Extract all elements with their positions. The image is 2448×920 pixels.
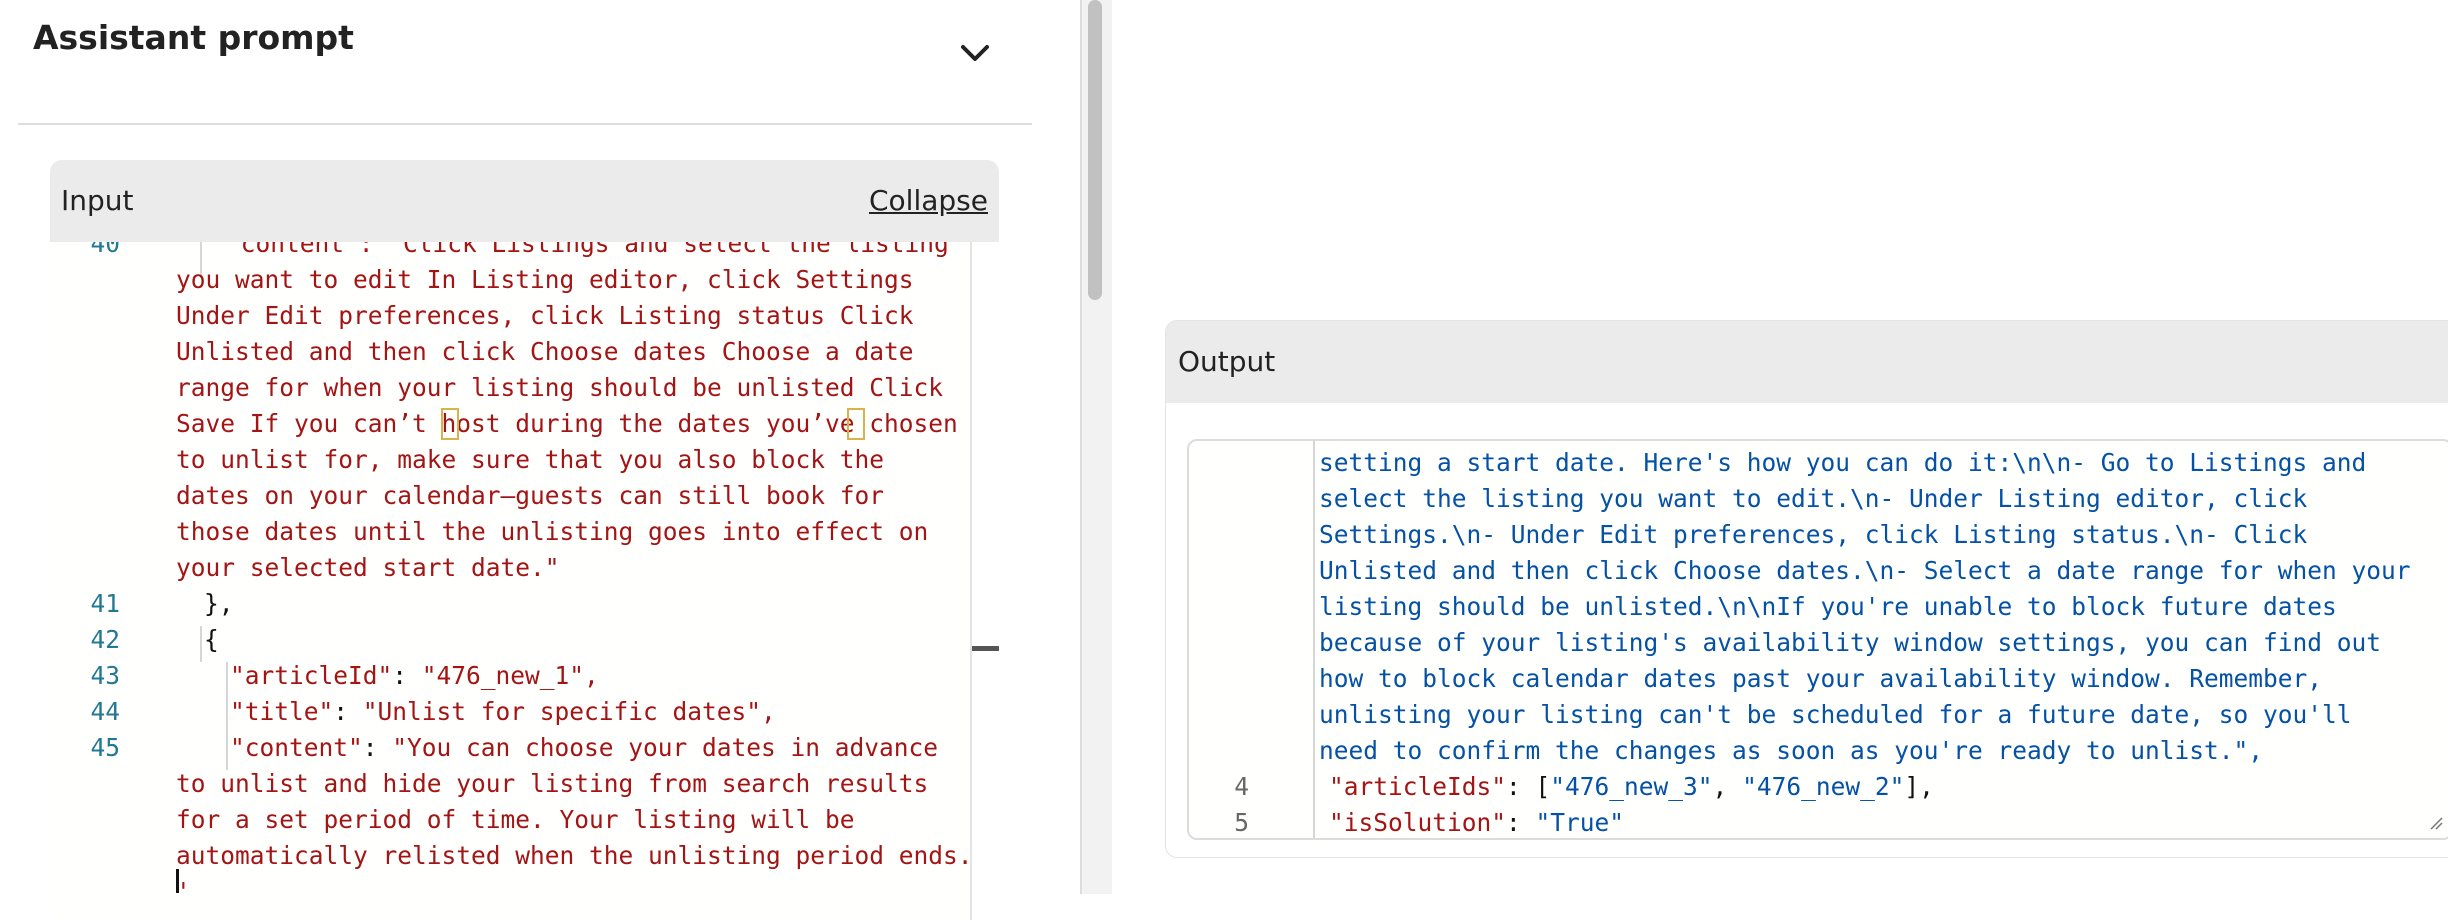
code-line-highlighted: Save If you can’t host during the dates … xyxy=(176,409,958,438)
code-line: automatically relisted when the unlistin… xyxy=(176,841,972,870)
code-line: range for when your listing should be un… xyxy=(176,373,944,402)
code-line: select the listing you want to edit.\n- … xyxy=(1319,484,2308,513)
json-value: "476_new_3" xyxy=(1550,772,1713,801)
code-line: Unlisted and then click Choose dates Cho… xyxy=(176,337,914,366)
code-line: }, xyxy=(204,589,234,618)
code-line: to unlist and hide your listing from sea… xyxy=(176,769,929,798)
code-line: how to block calendar dates past your av… xyxy=(1319,664,2323,693)
output-panel-header: Output xyxy=(1166,321,2448,403)
resize-grip-icon[interactable] xyxy=(2427,814,2443,830)
code-line: "articleId": "476_new_1", xyxy=(230,661,599,690)
code-line: "content": "You can choose your dates in… xyxy=(230,733,939,762)
code-line: need to confirm the changes as soon as y… xyxy=(1319,736,2264,765)
input-panel: Input Collapse 40 "content": "Click List… xyxy=(50,160,999,920)
code-line: setting a start date. Here's how you can… xyxy=(1319,448,2367,477)
line-number: 42 xyxy=(90,625,120,654)
code-line: "title": "Unlist for specific dates", xyxy=(230,697,776,726)
line-number: 40 xyxy=(90,242,120,258)
json-value: "You can choose your dates in advance xyxy=(392,733,939,762)
code-line: those dates until the unlisting goes int… xyxy=(176,517,929,546)
code-line: to unlist for, make sure that you also b… xyxy=(176,445,885,474)
json-key: "articleId" xyxy=(230,661,393,690)
editor-scroll-marker[interactable] xyxy=(972,646,999,651)
assistant-prompt-title: Assistant prompt xyxy=(33,18,354,57)
input-label: Input xyxy=(61,184,134,217)
code-line: "content": "Click Listings and select th… xyxy=(226,242,949,258)
code-line: for a set period of time. Your listing w… xyxy=(176,805,855,834)
code-line: Unlisted and then click Choose dates.\n-… xyxy=(1319,556,2411,585)
left-pane: Assistant prompt Input Collapse 40 "cont… xyxy=(0,0,1080,920)
json-value: "476_new_2" xyxy=(1742,772,1905,801)
input-panel-header: Input Collapse xyxy=(50,160,999,242)
text-cursor xyxy=(176,869,179,893)
line-number: 5 xyxy=(1234,808,1249,837)
code-line: dates on your calendar—guests can still … xyxy=(176,481,885,510)
json-key: "content" xyxy=(230,733,363,762)
code-line: unlisting your listing can't be schedule… xyxy=(1319,700,2352,729)
json-value: "True" xyxy=(1535,808,1625,837)
ambiguous-character-highlight xyxy=(847,408,865,440)
code-line: "isSolution": "True" xyxy=(1329,808,1625,837)
json-key: "title" xyxy=(230,697,334,726)
line-number: 43 xyxy=(90,661,120,690)
json-key: "articleIds" xyxy=(1329,772,1507,801)
code-line: you want to edit In Listing editor, clic… xyxy=(176,265,914,294)
output-panel: Output setting a start date. Here's how … xyxy=(1165,320,2448,858)
code-line: Settings.\n- Under Edit preferences, cli… xyxy=(1319,520,2308,549)
collapse-button[interactable]: Collapse xyxy=(869,183,988,219)
ambiguous-character-highlight xyxy=(441,408,459,440)
line-number: 4 xyxy=(1234,772,1249,801)
line-number: 41 xyxy=(90,589,120,618)
indent-guide xyxy=(200,626,202,662)
output-label: Output xyxy=(1178,345,1276,378)
line-number: 44 xyxy=(90,697,120,726)
json-key: "isSolution" xyxy=(1329,808,1507,837)
code-line: Under Edit preferences, click Listing st… xyxy=(176,301,914,330)
input-code-editor[interactable]: 40 "content": "Click Listings and select… xyxy=(50,242,972,920)
code-line: "articleIds": ["476_new_3", "476_new_2"]… xyxy=(1329,772,1934,801)
output-code-editor[interactable]: setting a start date. Here's how you can… xyxy=(1187,439,2448,840)
line-number: 45 xyxy=(90,733,120,762)
code-line: { xyxy=(204,625,219,654)
json-value: "Unlist for specific dates", xyxy=(362,697,776,726)
scrollbar-thumb[interactable] xyxy=(1088,0,1102,300)
json-value: "476_new_1", xyxy=(421,661,599,690)
code-line: your selected start date." xyxy=(176,553,560,582)
indent-guide xyxy=(226,662,228,770)
code-line: because of your listing's availability w… xyxy=(1319,628,2382,657)
code-line: listing should be unlisted.\n\nIf you're… xyxy=(1319,592,2337,621)
indent-guide xyxy=(1313,441,1315,838)
chevron-down-icon[interactable] xyxy=(955,38,995,68)
